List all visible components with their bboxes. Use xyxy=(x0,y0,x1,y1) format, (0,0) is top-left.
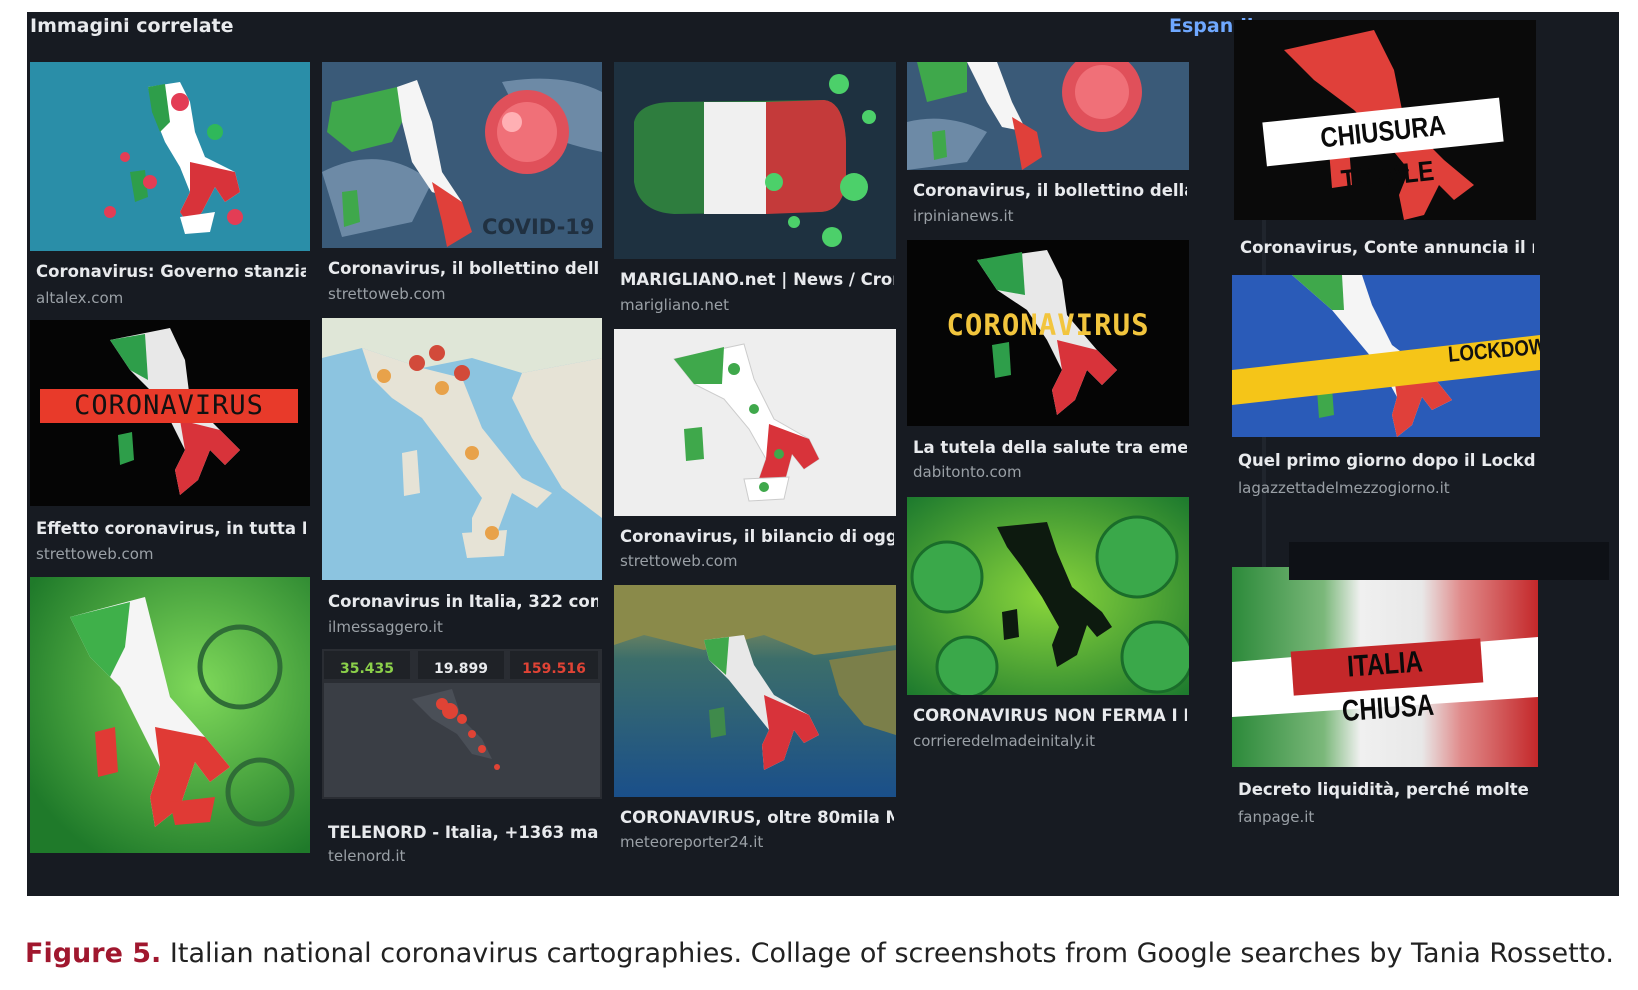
result-thumbnail xyxy=(322,318,602,580)
blank-placeholder xyxy=(1289,542,1609,580)
image-result-card[interactable] xyxy=(30,577,310,853)
result-thumbnail: CORONAVIRUS xyxy=(907,240,1189,426)
image-result-card[interactable]: ITALIA CHIUSA Decreto liquidità, perché … xyxy=(1232,567,1538,837)
image-result-card[interactable]: CHIUSURA TOTALE Coronavirus, Conte annun… xyxy=(1234,20,1536,270)
result-title: MARIGLIANO.net | News / Cronac... xyxy=(620,270,894,289)
result-source: ilmessaggero.it xyxy=(328,618,443,636)
result-title: La tutela della salute tra emergen... xyxy=(913,438,1187,457)
image-result-card[interactable]: CORONAVIRUS, oltre 80mila MOR... meteore… xyxy=(614,585,896,859)
related-images-panel: Immagini correlate Espandi Coronavirus: … xyxy=(27,12,1619,896)
image-result-card[interactable]: COVID-19 Coronavirus, il bollettino dell… xyxy=(322,62,602,312)
result-thumbnail: ITALIA CHIUSA xyxy=(1232,567,1538,767)
result-source: irpinianews.it xyxy=(913,207,1014,225)
stat-recovered: 35.435 xyxy=(339,661,395,677)
overlay-text: CORONAVIRUS xyxy=(74,390,264,421)
result-thumbnail xyxy=(30,577,310,853)
result-title: Coronavirus, il bilancio di oggi: 17... xyxy=(620,527,894,546)
image-result-card[interactable]: Coronavirus, il bilancio di oggi: 17... … xyxy=(614,329,896,591)
result-title: Coronavirus, il bollettino della Pro... xyxy=(913,181,1187,200)
figure-caption-text: Italian national coronavirus cartographi… xyxy=(161,938,1614,969)
result-thumbnail: LOCKDOWN xyxy=(1232,275,1540,437)
result-title: Coronavirus, il bollettino della Pro... xyxy=(328,259,598,278)
result-thumbnail xyxy=(614,329,896,516)
result-title: Coronavirus, Conte annuncia il nu... xyxy=(1240,238,1534,257)
figure-label: Figure 5. xyxy=(25,938,162,969)
result-title: Coronavirus: Governo stanzia 25 ... xyxy=(36,262,306,281)
result-source: fanpage.it xyxy=(1238,808,1315,826)
result-thumbnail: CORONAVIRUS xyxy=(30,320,310,506)
stat-total-cases: 159.516 xyxy=(522,661,586,677)
result-source: dabitonto.com xyxy=(913,463,1022,481)
result-thumbnail xyxy=(907,497,1189,695)
result-thumbnail xyxy=(614,62,896,259)
result-title: TELENORD - Italia, +1363 malati ... xyxy=(328,823,598,842)
image-result-card[interactable]: Coronavirus, il bollettino della Pro... … xyxy=(907,62,1189,234)
result-thumbnail: CHIUSURA TOTALE xyxy=(1234,20,1536,220)
result-source: corrieredelmadeinitaly.it xyxy=(913,732,1096,750)
section-title: Immagini correlate xyxy=(30,15,234,37)
image-result-card[interactable]: CORONAVIRUS NON FERMA I DA... corrierede… xyxy=(907,497,1189,762)
image-result-card[interactable]: CORONAVIRUS La tutela della salute tra e… xyxy=(907,240,1189,490)
result-title: Effetto coronavirus, in tutta Italia ... xyxy=(36,519,306,538)
result-source: marigliano.net xyxy=(620,296,729,314)
image-result-card[interactable]: 35.435 19.899 159.516 TELENORD - Italia,… xyxy=(322,649,602,865)
image-result-card[interactable]: MARIGLIANO.net | News / Cronac... marigl… xyxy=(614,62,896,327)
result-thumbnail: 35.435 19.899 159.516 xyxy=(322,649,602,799)
result-thumbnail xyxy=(907,62,1189,170)
figure-caption: Figure 5. Italian national coronavirus c… xyxy=(25,938,1614,969)
result-source: lagazzettadelmezzogiorno.it xyxy=(1238,479,1450,497)
result-source: meteoreporter24.it xyxy=(620,833,764,851)
result-thumbnail: COVID-19 xyxy=(322,62,602,248)
image-result-card[interactable]: Coronavirus in Italia, 322 contagi ... i… xyxy=(322,318,602,638)
result-source: strettoweb.com xyxy=(620,552,738,570)
result-title: Quel primo giorno dopo il Lockdo... xyxy=(1238,451,1536,470)
result-title: Coronavirus in Italia, 322 contagi ... xyxy=(328,592,598,611)
result-source: strettoweb.com xyxy=(36,545,154,563)
image-result-card[interactable]: CORONAVIRUS Effetto coronavirus, in tutt… xyxy=(30,320,310,570)
stat-deaths: 19.899 xyxy=(433,661,489,677)
result-thumbnail xyxy=(30,62,310,251)
result-title: CORONAVIRUS, oltre 80mila MOR... xyxy=(620,808,894,827)
image-result-card[interactable]: Coronavirus: Governo stanzia 25 ... alta… xyxy=(30,62,310,312)
result-title: Decreto liquidità, perché molte az... xyxy=(1238,780,1534,799)
overlay-text: COVID-19 xyxy=(482,215,595,239)
result-source: altalex.com xyxy=(36,289,124,307)
image-result-card[interactable]: LOCKDOWN Quel primo giorno dopo il Lockd… xyxy=(1232,275,1540,515)
result-title: CORONAVIRUS NON FERMA I DA... xyxy=(913,706,1187,725)
result-source: telenord.it xyxy=(328,847,406,865)
overlay-text: CORONAVIRUS xyxy=(946,308,1150,342)
result-source: strettoweb.com xyxy=(328,285,446,303)
result-thumbnail xyxy=(614,585,896,797)
